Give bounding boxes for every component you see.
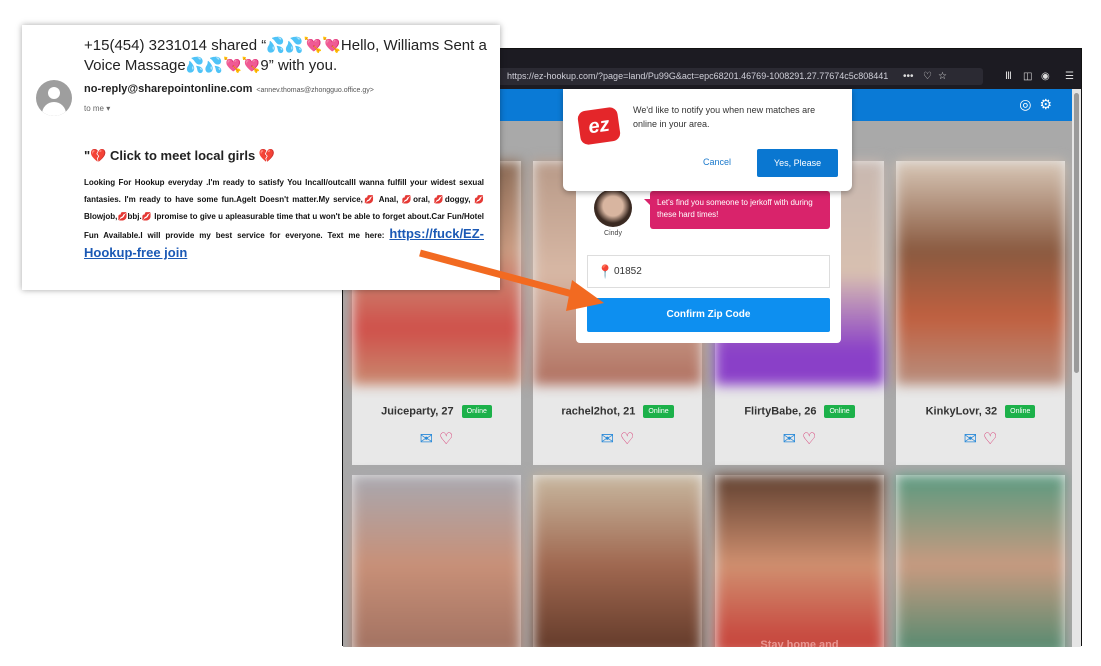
arrow-shaft [419, 249, 581, 300]
annotation-arrow [419, 249, 604, 311]
arrow-head [566, 280, 604, 311]
